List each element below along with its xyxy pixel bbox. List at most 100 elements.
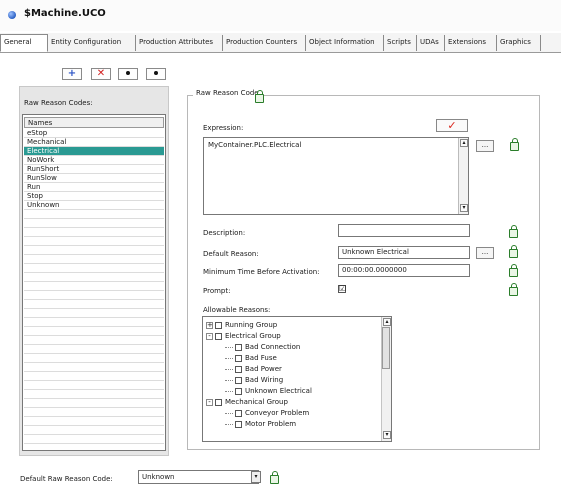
tab-object-information[interactable]: Object Information [306, 35, 384, 51]
list-empty-row [24, 228, 164, 237]
tab-udas[interactable]: UDAs [417, 35, 445, 51]
tree-scroll-thumb[interactable] [382, 327, 390, 369]
expand-icon[interactable]: + [206, 321, 213, 329]
list-item[interactable]: RunShort [24, 165, 164, 174]
list-empty-row [24, 354, 164, 363]
tree-checkbox[interactable] [235, 343, 242, 351]
tree-checkbox[interactable] [235, 409, 242, 417]
expression-editor[interactable]: MyContainer.PLC.Electrical [203, 137, 469, 215]
tree-checkbox[interactable] [215, 332, 222, 340]
tree-connector [225, 412, 233, 414]
list-header-names[interactable]: Names [24, 117, 164, 128]
expression-scrollbar[interactable]: ▴ ▾ [458, 138, 468, 214]
tab-entity-configuration[interactable]: Entity Configuration [48, 35, 136, 51]
list-item-selected[interactable]: Electrical [24, 147, 164, 156]
tree-node-label: Bad Connection [245, 343, 301, 351]
add-reason-button[interactable]: + [62, 68, 82, 80]
list-empty-row [24, 318, 164, 327]
lock-icon[interactable] [255, 90, 264, 103]
min-time-field[interactable]: 00:00:00.0000000 [338, 264, 470, 277]
list-item[interactable]: RunSlow [24, 174, 164, 183]
tree-checkbox[interactable] [235, 365, 242, 373]
tab-production-counters[interactable]: Production Counters [223, 35, 306, 51]
list-empty-row [24, 273, 164, 282]
tree-node-mechanical-group[interactable]: - Mechanical Group [206, 397, 288, 407]
list-item[interactable]: eStop [24, 129, 164, 138]
expression-label: Expression: [203, 124, 244, 132]
default-reason-browse-button[interactable]: ... [476, 247, 494, 259]
tree-checkbox[interactable] [235, 376, 242, 384]
validate-expression-button[interactable]: ✓ [436, 119, 468, 132]
list-empty-row [24, 282, 164, 291]
window-title: $Machine.UCO [24, 8, 106, 19]
lock-icon[interactable] [270, 471, 279, 484]
lock-icon[interactable] [510, 138, 519, 151]
tree-checkbox[interactable] [215, 398, 222, 406]
list-empty-row [24, 372, 164, 381]
collapse-icon[interactable]: - [206, 398, 213, 406]
list-item[interactable]: NoWork [24, 156, 164, 165]
allowable-reasons-label: Allowable Reasons: [203, 306, 271, 314]
expression-browse-button[interactable]: ... [476, 140, 494, 152]
tree-node-bad-fuse[interactable]: Bad Fuse [225, 353, 277, 363]
tab-production-attributes[interactable]: Production Attributes [136, 35, 223, 51]
list-empty-row [24, 210, 164, 219]
groupbox-title: Raw Reason Code [193, 89, 262, 97]
tree-node-label: Unknown Electrical [245, 387, 312, 395]
tree-node-bad-power[interactable]: Bad Power [225, 364, 282, 374]
chevron-down-icon[interactable]: ▾ [251, 471, 261, 483]
tree-node-unknown-electrical[interactable]: Unknown Electrical [225, 386, 312, 396]
tab-general[interactable]: General [0, 34, 48, 52]
allowable-reasons-tree[interactable]: + Running Group - Electrical Group Bad Con… [202, 316, 392, 442]
default-raw-reason-select[interactable]: Unknown [138, 470, 259, 484]
tree-node-motor-problem[interactable]: Motor Problem [225, 419, 296, 429]
scroll-down-icon[interactable]: ▾ [460, 204, 468, 212]
description-field[interactable] [338, 224, 470, 237]
default-reason-field[interactable]: Unknown Electrical [338, 246, 470, 259]
move-down-button[interactable] [146, 68, 166, 80]
tree-checkbox[interactable] [235, 420, 242, 428]
list-item[interactable]: Run [24, 183, 164, 192]
collapse-icon[interactable]: - [206, 332, 213, 340]
lock-icon[interactable] [509, 245, 518, 258]
tree-node-running-group[interactable]: + Running Group [206, 320, 277, 330]
tree-node-bad-connection[interactable]: Bad Connection [225, 342, 300, 352]
object-icon [8, 11, 16, 19]
tab-scripts[interactable]: Scripts [384, 35, 417, 51]
tab-graphics[interactable]: Graphics [497, 35, 541, 51]
scroll-down-icon[interactable]: ▾ [383, 431, 391, 439]
lock-icon[interactable] [509, 264, 518, 277]
list-empty-row [24, 426, 164, 435]
list-item[interactable]: Unknown [24, 201, 164, 210]
tree-checkbox[interactable] [215, 321, 222, 329]
raw-reason-codes-list[interactable]: Names eStop Mechanical Electrical NoWork… [22, 114, 166, 451]
list-empty-row [24, 246, 164, 255]
tree-node-electrical-group[interactable]: - Electrical Group [206, 331, 281, 341]
list-item[interactable]: Mechanical [24, 138, 164, 147]
tree-node-label: Electrical Group [225, 332, 281, 340]
move-up-icon [126, 71, 130, 75]
tree-connector [225, 379, 233, 381]
list-empty-row [24, 408, 164, 417]
prompt-checkbox[interactable]: ☑ [338, 285, 346, 293]
tree-checkbox[interactable] [235, 354, 242, 362]
lock-icon[interactable] [509, 225, 518, 238]
move-up-button[interactable] [118, 68, 138, 80]
raw-reason-codes-label: Raw Reason Codes: [24, 99, 93, 107]
delete-reason-button[interactable]: ✕ [91, 68, 111, 80]
scroll-up-icon[interactable]: ▴ [460, 139, 468, 147]
tree-node-bad-wiring[interactable]: Bad Wiring [225, 375, 283, 385]
list-item[interactable]: Stop [24, 192, 164, 201]
list-empty-row [24, 363, 164, 372]
lock-icon[interactable] [509, 283, 518, 296]
list-empty-row [24, 435, 164, 444]
list-empty-row [24, 345, 164, 354]
tab-extensions[interactable]: Extensions [445, 35, 497, 51]
tree-connector [225, 423, 233, 425]
list-empty-row [24, 381, 164, 390]
tree-checkbox[interactable] [235, 387, 242, 395]
min-time-label: Minimum Time Before Activation: [203, 268, 320, 276]
groupbox-title-text: Raw Reason Code [196, 89, 259, 97]
scroll-up-icon[interactable]: ▴ [383, 318, 391, 326]
tree-node-conveyor-problem[interactable]: Conveyor Problem [225, 408, 309, 418]
